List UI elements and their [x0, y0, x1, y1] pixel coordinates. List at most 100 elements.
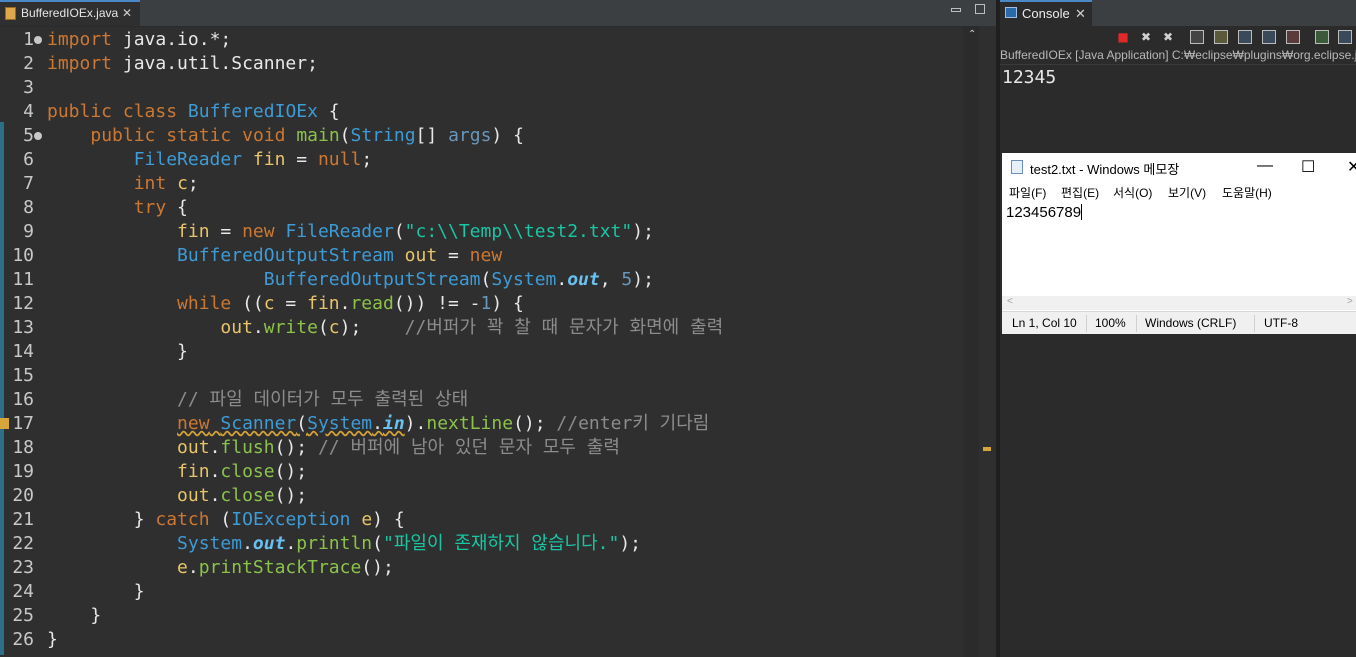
tab-console[interactable]: Console ✕ — [1000, 0, 1092, 26]
notepad-title-bar[interactable]: test2.txt - Windows 메모장 — ☐ ✕ — [1002, 153, 1356, 181]
fold-toggle-icon[interactable] — [34, 36, 42, 44]
tab-label: BufferedIOEx.java — [21, 6, 119, 20]
editor-vertical-scrollbar[interactable]: ⌃ — [963, 26, 979, 657]
code-line-20: out.close(); — [177, 485, 308, 506]
code-line-16: // 파일 데이터가 모두 출력된 상태 — [177, 389, 469, 410]
menu-view[interactable]: 보기(V) — [1168, 184, 1206, 201]
code-line-8: try { — [133, 197, 188, 218]
code-line-4: public class BufferedIOEx { — [47, 101, 340, 122]
code-line-26: } — [47, 629, 58, 650]
console-icon — [1005, 7, 1017, 18]
text-caret — [1081, 204, 1083, 220]
status-separator — [1254, 315, 1255, 332]
window-title: test2.txt - Windows 메모장 — [1030, 162, 1180, 177]
line-number: 4 — [23, 101, 34, 122]
open-console-icon[interactable] — [1338, 30, 1352, 44]
menu-edit[interactable]: 편집(E) — [1061, 184, 1099, 201]
line-number: 1 — [23, 29, 34, 50]
notepad-horizontal-scrollbar[interactable]: < > — [1002, 296, 1356, 310]
fold-toggle-icon[interactable] — [34, 132, 42, 140]
line-number: 18 — [12, 437, 34, 458]
menu-file[interactable]: 파일(F) — [1009, 184, 1046, 201]
line-number: 23 — [12, 557, 34, 578]
notepad-window[interactable]: test2.txt - Windows 메모장 — ☐ ✕ 파일(F) 편집(E… — [1002, 153, 1356, 334]
line-number: 11 — [12, 269, 34, 290]
line-number: 21 — [12, 509, 34, 530]
code-line-6: FileReader fin = null; — [133, 149, 373, 170]
code-editor[interactable]: BufferedIOEx.java ✕ 1 2 3 4 5 6 7 8 9 10 11 12 13 14 1… — [0, 0, 996, 657]
warning-icon[interactable] — [0, 418, 9, 429]
status-separator — [1086, 315, 1087, 332]
code-line-10: BufferedOutputStream out = new — [177, 245, 503, 266]
show-on-output-icon[interactable] — [1262, 30, 1276, 44]
editor-tab-bar: BufferedIOEx.java ✕ — [0, 0, 996, 27]
menu-help[interactable]: 도움말(H) — [1222, 184, 1272, 201]
notepad-text-area[interactable]: 123456789 — [1006, 204, 1083, 221]
scroll-left-icon[interactable]: < — [1007, 296, 1013, 307]
scroll-lock-icon[interactable] — [1214, 30, 1228, 44]
close-button[interactable]: ✕ — [1347, 157, 1356, 177]
code-line-11: BufferedOutputStream(System.out, 5); — [263, 269, 654, 290]
line-number-gutter: 1 2 3 4 5 6 7 8 9 10 11 12 13 14 15 16 17 18 19 20 21 22 23 24 2… — [0, 28, 44, 657]
close-tab-icon[interactable]: ✕ — [1075, 6, 1086, 22]
close-tab-icon[interactable]: ✕ — [122, 2, 132, 24]
line-number: 9 — [23, 221, 34, 242]
terminate-icon[interactable]: ■ — [1116, 30, 1130, 44]
notepad-icon — [1011, 160, 1023, 174]
console-tab-bar: Console ✕ — [1000, 0, 1356, 26]
code-line-25: } — [90, 605, 102, 626]
show-on-error-icon[interactable] — [1286, 30, 1300, 44]
code-line-9: fin = new FileReader("c:\\Temp\\test2.tx… — [177, 221, 654, 242]
code-area[interactable]: import java.io.*; import java.util.Scann… — [47, 28, 962, 657]
minimize-view-icon[interactable] — [951, 8, 961, 12]
status-encoding: UTF-8 — [1264, 316, 1298, 330]
line-number: 10 — [12, 245, 34, 266]
tab-label: Console — [1022, 6, 1070, 21]
overview-ruler[interactable] — [979, 26, 996, 657]
menu-format[interactable]: 서식(O) — [1113, 184, 1152, 201]
code-line-5: public static void main(String[] args) { — [90, 125, 524, 146]
scroll-up-icon[interactable]: ⌃ — [968, 29, 976, 40]
tab-bufferedioex-java[interactable]: BufferedIOEx.java ✕ — [0, 0, 140, 26]
line-number: 24 — [12, 581, 34, 602]
line-number: 7 — [23, 173, 34, 194]
line-number: 25 — [12, 605, 34, 626]
warning-marker[interactable] — [983, 447, 991, 451]
line-number: 13 — [12, 317, 34, 338]
status-separator — [1136, 315, 1137, 332]
line-number: 3 — [23, 77, 34, 98]
console-output[interactable]: 12345 — [1002, 66, 1056, 90]
remove-all-terminated-icon[interactable]: ✖ — [1161, 30, 1175, 44]
maximize-button[interactable]: ☐ — [1301, 157, 1315, 177]
line-number: 15 — [12, 365, 34, 386]
pin-console-icon[interactable] — [1315, 30, 1329, 44]
status-position: Ln 1, Col 10 — [1012, 316, 1077, 330]
code-line-13: out.write(c); //버퍼가 꽉 찰 때 문자가 화면에 출력 — [220, 317, 724, 338]
line-number: 20 — [12, 485, 34, 506]
code-line-1: import java.io.*; — [47, 29, 232, 50]
code-line-12: while ((c = fin.read()) != -1) { — [177, 293, 524, 314]
line-number: 14 — [12, 341, 34, 362]
code-line-22: System.out.println("파일이 존재하지 않습니다."); — [177, 533, 642, 554]
minimize-button[interactable]: — — [1257, 157, 1273, 175]
notepad-content: 123456789 — [1006, 204, 1082, 221]
clear-console-icon[interactable] — [1190, 30, 1204, 44]
status-zoom: 100% — [1095, 316, 1126, 330]
line-number: 16 — [12, 389, 34, 410]
line-number: 12 — [12, 293, 34, 314]
notepad-menu-bar: 파일(F) 편집(E) 서식(O) 보기(V) 도움말(H) — [1002, 181, 1356, 202]
code-line-2: import java.util.Scanner; — [47, 53, 318, 74]
code-line-23: e.printStackTrace(); — [177, 557, 394, 578]
status-line-ending: Windows (CRLF) — [1145, 316, 1237, 330]
word-wrap-icon[interactable] — [1238, 30, 1252, 44]
remove-launch-icon[interactable]: ✖ — [1139, 30, 1153, 44]
console-launch-path: BufferedIOEx [Java Application] C:₩eclip… — [1000, 46, 1356, 65]
scroll-right-icon[interactable]: > — [1347, 296, 1353, 307]
code-line-19: fin.close(); — [177, 461, 308, 482]
maximize-view-icon[interactable] — [975, 4, 985, 14]
java-file-icon — [5, 7, 16, 20]
line-number: 5 — [23, 125, 34, 146]
line-number: 22 — [12, 533, 34, 554]
code-line-24: } — [133, 581, 145, 602]
code-line-18: out.flush(); // 버퍼에 남아 있던 문자 모두 출력 — [177, 437, 620, 458]
